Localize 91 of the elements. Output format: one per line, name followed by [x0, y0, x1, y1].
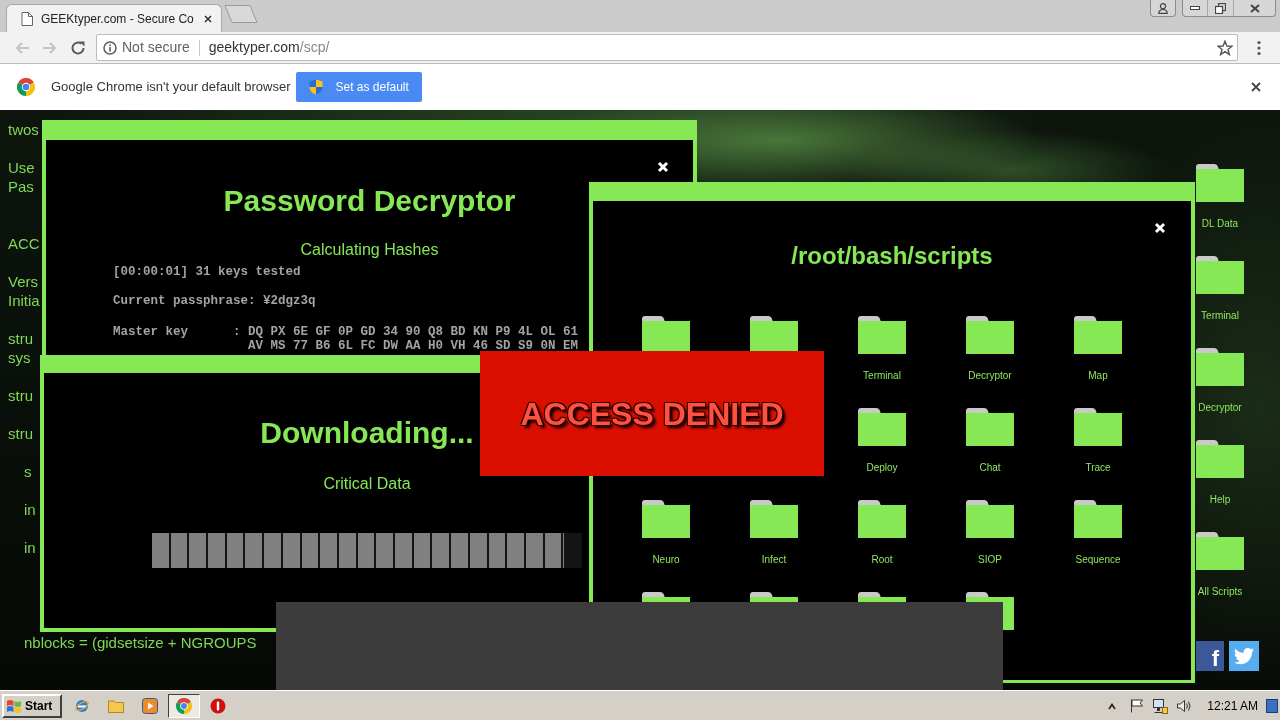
code-line: twos: [8, 119, 39, 139]
star-icon[interactable]: [1217, 39, 1233, 56]
window-title: Password Decryptor: [223, 184, 516, 218]
folder-label[interactable]: Help: [1209, 494, 1231, 506]
code-line: nblocks = (gidsetsize + NGROUPS: [24, 632, 257, 652]
log-line: [00:00:01] 31 keys tested: [113, 265, 301, 280]
close-icon[interactable]: [1251, 82, 1261, 92]
folder-icon[interactable]: [966, 408, 1014, 446]
folder-label[interactable]: Decryptor: [1198, 402, 1242, 414]
folder-icon[interactable]: [1074, 408, 1122, 446]
code-line: stru: [8, 328, 33, 348]
restore-icon: [1215, 2, 1226, 14]
folder-label[interactable]: Infect: [761, 554, 787, 566]
folder-icon[interactable]: [1074, 316, 1122, 354]
code-line: s: [24, 461, 32, 481]
start-button[interactable]: Start: [2, 693, 62, 718]
folder-icon[interactable]: [1196, 164, 1244, 202]
address-bar[interactable]: Not secure geektyper.com/scp/: [96, 34, 1238, 61]
folder-label[interactable]: SIOP: [978, 554, 1002, 566]
folder-icon[interactable]: [1196, 256, 1244, 294]
folder-icon[interactable]: [750, 500, 798, 538]
folder-label[interactable]: Map: [1088, 370, 1108, 382]
window-subtitle: Critical Data: [323, 475, 411, 493]
code-line: in: [24, 499, 36, 519]
code-line: Vers: [8, 271, 38, 291]
shield-icon: [309, 79, 324, 95]
folder-icon[interactable]: [966, 500, 1014, 538]
folder-label[interactable]: All Scripts: [1197, 586, 1243, 598]
log-line: AV MS 77 B6 6L FC DW AA H0 VH 46 SD S9 0N EM: [248, 340, 579, 353]
folder-icon[interactable]: [966, 316, 1014, 354]
code-line: Initia: [8, 290, 40, 310]
profile-button[interactable]: [1150, 0, 1176, 17]
round-logo-icon: [17, 78, 35, 96]
folder-label[interactable]: Deploy: [866, 462, 898, 474]
folder-label[interactable]: DL Data: [1201, 218, 1239, 230]
folder-icon[interactable]: [1196, 532, 1244, 570]
alert-banner: ACCESS DENIED: [480, 351, 824, 476]
folder-icon[interactable]: [858, 500, 906, 538]
folder-icon[interactable]: [1196, 440, 1244, 478]
code-line: stru: [8, 423, 33, 443]
code-line: Use: [8, 157, 35, 177]
log-line: Current passphrase: ¥2dgz3q: [113, 294, 316, 309]
taskbar-app-button[interactable]: [168, 693, 200, 718]
code-line: stru: [8, 385, 33, 405]
folder-label[interactable]: Chat: [979, 462, 1001, 474]
alert-circle-icon: [210, 697, 226, 714]
security-label: Not secure: [122, 38, 190, 57]
code-line: ACC: [8, 233, 40, 253]
play-icon: [142, 697, 158, 714]
page-icon: [21, 11, 33, 26]
folder-icon[interactable]: [1196, 348, 1244, 386]
infobar-message: Google Chrome isn't your default browser: [51, 78, 291, 97]
minimize-icon: [1190, 6, 1200, 10]
window-subtitle: Calculating Hashes: [300, 241, 439, 259]
folder-icon[interactable]: [858, 316, 906, 354]
folder-label[interactable]: Sequence: [1075, 554, 1121, 566]
reload-icon[interactable]: [70, 39, 86, 56]
bird-icon: [1234, 647, 1254, 665]
log-line: Master key : DQ PX 6E GF 0P GD 34 90 Q8 BD KN P9 4L OL 61: [113, 325, 579, 340]
info-icon[interactable]: [103, 40, 117, 55]
folder-icon: [108, 698, 124, 713]
folder-label[interactable]: Trace: [1085, 462, 1111, 474]
code-line: in: [24, 537, 36, 557]
close-icon[interactable]: [204, 14, 212, 23]
person-icon: [1158, 2, 1168, 14]
flag-icon[interactable]: [1130, 698, 1145, 713]
browser-tab[interactable]: GEEKtyper.com - Secure Co: [6, 4, 222, 32]
show-desktop-icon[interactable]: [1266, 698, 1278, 713]
folder-label[interactable]: Terminal: [1201, 310, 1239, 322]
globe-icon: [74, 697, 90, 714]
folder-label[interactable]: Terminal: [863, 370, 901, 382]
round-logo-icon: [176, 697, 192, 714]
speaker-icon[interactable]: [1176, 697, 1193, 714]
chevron-up-icon[interactable]: [1108, 701, 1117, 710]
close-icon: [1249, 3, 1260, 13]
network-icon[interactable]: [1152, 697, 1169, 714]
window-title: /root/bash/scripts: [791, 242, 993, 270]
folder-icon[interactable]: [858, 408, 906, 446]
window-title: Downloading...: [260, 416, 474, 450]
folder-icon[interactable]: [1074, 500, 1122, 538]
flag-icon: [6, 698, 22, 713]
social-button[interactable]: f: [1196, 641, 1224, 671]
menu-icon[interactable]: [1257, 39, 1261, 56]
code-line: sys: [8, 347, 31, 367]
folder-label[interactable]: Neuro: [652, 554, 680, 566]
folder-label[interactable]: Decryptor: [968, 370, 1012, 382]
url-text: geektyper.com/scp/: [208, 38, 330, 57]
folder-icon[interactable]: [642, 500, 690, 538]
folder-label[interactable]: Root: [871, 554, 893, 566]
clock-time: 12:21 AM: [1207, 697, 1258, 715]
code-line: Pas: [8, 176, 34, 196]
